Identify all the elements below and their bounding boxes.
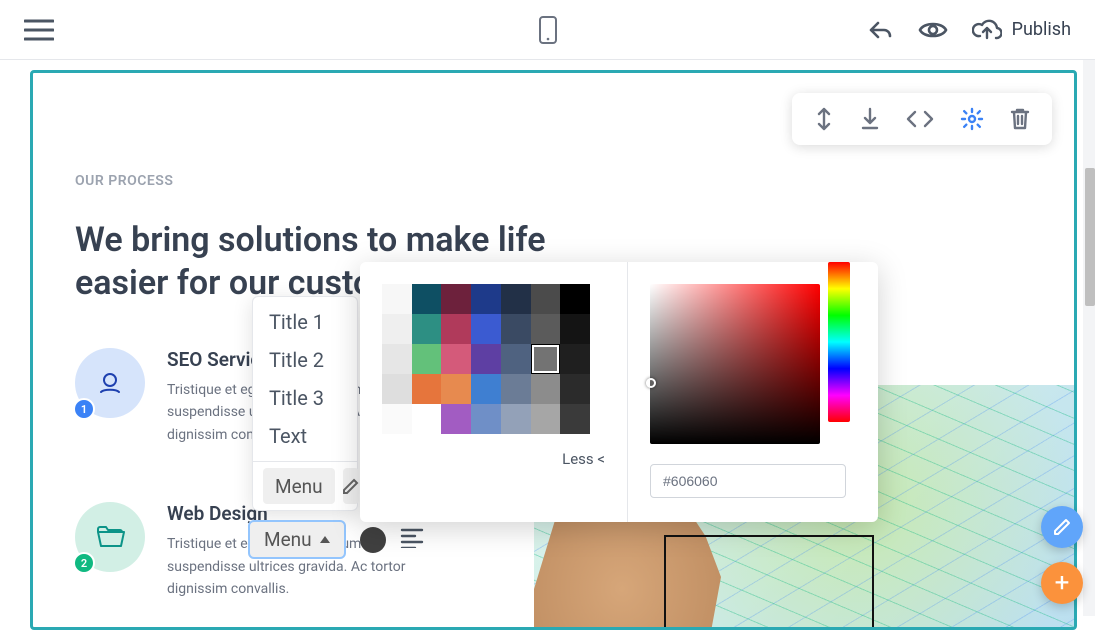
fab-add-button[interactable]: + <box>1041 562 1083 604</box>
format-menu-button[interactable]: Menu <box>248 520 346 559</box>
palette-swatch[interactable] <box>531 344 561 374</box>
text-style-option[interactable]: Title 1 <box>253 303 357 341</box>
palette-swatch[interactable] <box>531 314 561 344</box>
text-style-option[interactable]: Title 2 <box>253 341 357 379</box>
palette-swatch[interactable] <box>412 344 442 374</box>
section-toolbar <box>792 93 1052 145</box>
eyebrow-text[interactable]: OUR PROCESS <box>75 173 1032 189</box>
service-icon: 1 <box>75 348 145 418</box>
palette-swatch[interactable] <box>501 374 531 404</box>
hamburger-icon[interactable] <box>24 19 54 41</box>
fab-edit-button[interactable] <box>1041 506 1083 548</box>
format-menu-label: Menu <box>264 528 312 551</box>
delete-trash-icon[interactable] <box>1010 107 1030 131</box>
palette-swatch[interactable] <box>382 284 412 314</box>
palette-swatch[interactable] <box>560 374 590 404</box>
scrollbar-thumb[interactable] <box>1085 168 1095 306</box>
palette-swatch[interactable] <box>382 404 412 434</box>
mobile-preview-icon[interactable] <box>538 15 558 45</box>
hex-input[interactable] <box>650 464 846 498</box>
palette-swatch[interactable] <box>501 284 531 314</box>
service-badge: 1 <box>73 398 95 420</box>
palette-swatch[interactable] <box>560 404 590 434</box>
palette-swatch[interactable] <box>471 284 501 314</box>
palette-swatch[interactable] <box>531 404 561 434</box>
service-badge: 2 <box>73 552 95 574</box>
service-icon: 2 <box>75 502 145 572</box>
palette-swatch[interactable] <box>412 314 442 344</box>
publish-button[interactable]: Publish <box>972 18 1071 42</box>
palette-swatch[interactable] <box>412 374 442 404</box>
preview-eye-icon[interactable] <box>918 19 948 41</box>
palette-swatch[interactable] <box>441 344 471 374</box>
palette-swatch[interactable] <box>560 314 590 344</box>
palette-swatch[interactable] <box>501 344 531 374</box>
align-left-icon[interactable] <box>400 528 424 552</box>
palette-swatch[interactable] <box>412 404 442 434</box>
palette-swatch[interactable] <box>501 404 531 434</box>
text-style-menu-button[interactable]: Menu <box>263 468 335 504</box>
text-style-option[interactable]: Title 3 <box>253 379 357 417</box>
text-style-option[interactable]: Text <box>253 417 357 455</box>
palette-swatch[interactable] <box>382 374 412 404</box>
less-button[interactable]: Less < <box>382 450 605 468</box>
saturation-value-area[interactable] <box>650 284 820 444</box>
text-style-dropdown: Title 1Title 2Title 3Text Menu <box>252 296 358 511</box>
palette-swatch[interactable] <box>471 404 501 434</box>
palette-swatch[interactable] <box>531 374 561 404</box>
palette-swatch[interactable] <box>471 314 501 344</box>
fab-column: + <box>1041 506 1083 604</box>
download-icon[interactable] <box>860 107 880 131</box>
hue-slider[interactable] <box>828 262 850 422</box>
palette-swatch[interactable] <box>441 284 471 314</box>
move-vertical-icon[interactable] <box>814 107 834 131</box>
palette-swatch[interactable] <box>471 344 501 374</box>
settings-gear-icon[interactable] <box>960 107 984 131</box>
palette-swatch[interactable] <box>441 374 471 404</box>
palette-swatch[interactable] <box>382 344 412 374</box>
palette-swatch[interactable] <box>560 284 590 314</box>
code-icon[interactable] <box>906 107 934 131</box>
palette-swatch[interactable] <box>471 374 501 404</box>
color-picker-popover: Less < <box>360 262 878 522</box>
inline-format-bar: Menu <box>248 520 424 559</box>
palette-grid <box>382 284 590 434</box>
palette-swatch[interactable] <box>560 344 590 374</box>
palette-swatch[interactable] <box>531 284 561 314</box>
top-bar: Publish <box>0 0 1095 60</box>
publish-label: Publish <box>1012 19 1071 40</box>
palette-swatch[interactable] <box>382 314 412 344</box>
chevron-up-icon <box>320 536 330 543</box>
palette-swatch[interactable] <box>441 314 471 344</box>
palette-swatch[interactable] <box>441 404 471 434</box>
palette-swatch[interactable] <box>412 284 442 314</box>
scroll-track <box>1083 60 1095 616</box>
undo-icon[interactable] <box>866 18 894 42</box>
sv-thumb[interactable] <box>646 378 656 388</box>
palette-swatch[interactable] <box>501 314 531 344</box>
pencil-icon[interactable] <box>343 468 359 504</box>
color-swatch-button[interactable] <box>360 527 386 553</box>
